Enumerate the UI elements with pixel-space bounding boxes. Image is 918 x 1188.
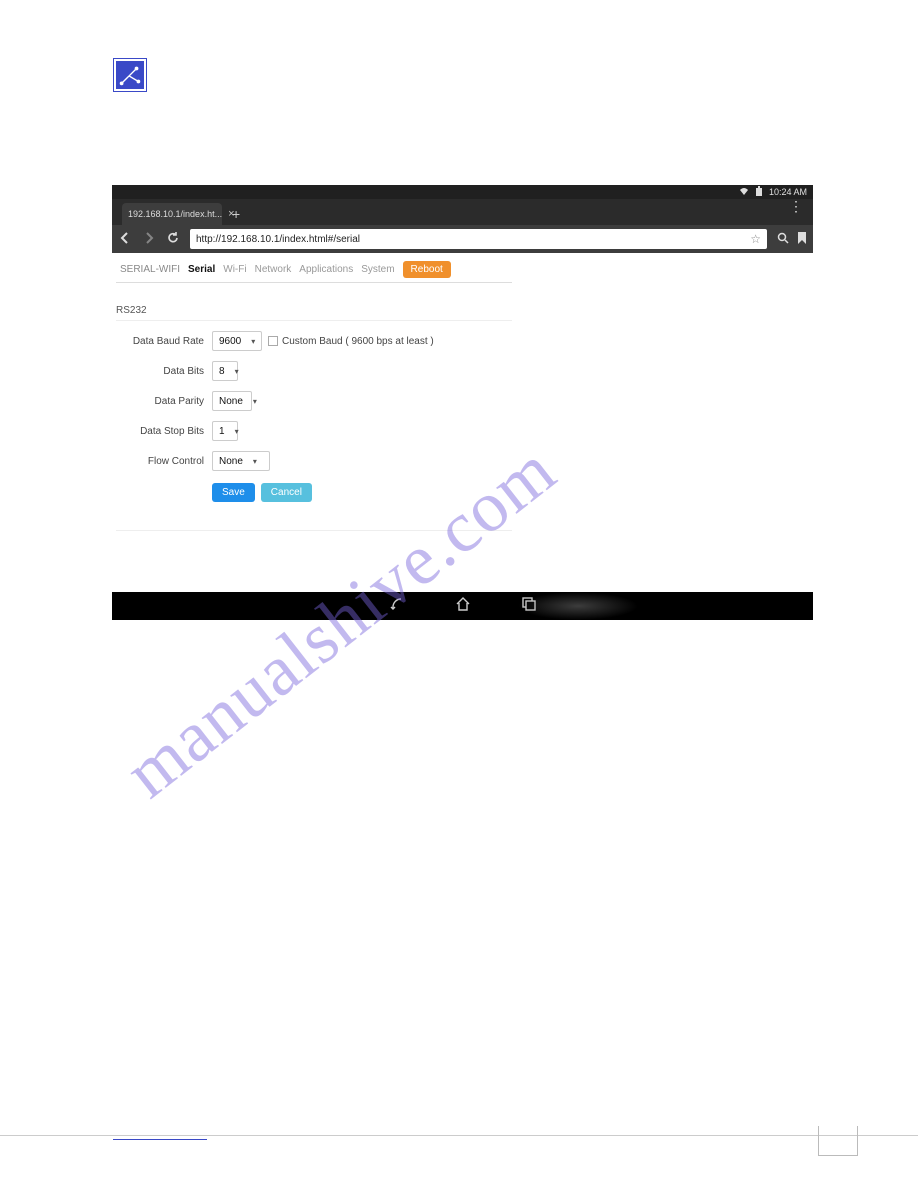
battery-icon xyxy=(755,186,763,198)
nav-back-icon[interactable] xyxy=(389,596,405,617)
forward-icon[interactable] xyxy=(142,231,156,248)
divider xyxy=(116,530,512,531)
nav-home-icon[interactable] xyxy=(455,596,471,617)
doc-logo xyxy=(113,58,147,92)
new-tab-icon[interactable]: + xyxy=(232,206,240,222)
chevron-down-icon: ▾ xyxy=(235,367,239,376)
row-stop-bits: Data Stop Bits 1▾ xyxy=(116,421,512,441)
label-custom-baud: Custom Baud ( 9600 bps at least ) xyxy=(282,336,434,347)
footer-divider xyxy=(0,1135,918,1136)
select-baud-rate[interactable]: 9600▾ xyxy=(212,331,262,351)
row-flow-control: Flow Control None▾ xyxy=(116,451,512,471)
serial-form: Data Baud Rate 9600▾ Custom Baud ( 9600 … xyxy=(116,320,512,502)
tab-wifi[interactable]: Wi-Fi xyxy=(223,264,246,275)
tab-network[interactable]: Network xyxy=(255,264,292,275)
select-data-bits[interactable]: 8▾ xyxy=(212,361,238,381)
page-number-box xyxy=(818,1126,858,1156)
select-stop-bits[interactable]: 1▾ xyxy=(212,421,238,441)
reboot-button[interactable]: Reboot xyxy=(403,261,451,278)
row-baud-rate: Data Baud Rate 9600▾ Custom Baud ( 9600 … xyxy=(116,331,512,351)
select-data-parity[interactable]: None▾ xyxy=(212,391,252,411)
checkbox-custom-baud[interactable] xyxy=(268,336,278,346)
url-text: http://192.168.10.1/index.html#/serial xyxy=(196,234,360,245)
label-flow-control: Flow Control xyxy=(116,456,212,467)
cancel-button[interactable]: Cancel xyxy=(261,483,312,502)
web-page-content: SERIAL-WIFI Serial Wi-Fi Network Applica… xyxy=(112,253,813,531)
url-input[interactable]: http://192.168.10.1/index.html#/serial ☆ xyxy=(190,229,767,249)
tab-system[interactable]: System xyxy=(361,264,394,275)
browser-toolbar: http://192.168.10.1/index.html#/serial ☆ xyxy=(112,225,813,253)
app-brand: SERIAL-WIFI xyxy=(120,264,180,275)
chevron-down-icon: ▾ xyxy=(253,397,257,406)
chevron-down-icon: ▾ xyxy=(253,457,257,466)
search-icon[interactable] xyxy=(777,232,789,247)
tab-title: 192.168.10.1/index.ht... xyxy=(128,209,222,219)
label-data-bits: Data Bits xyxy=(116,366,212,377)
document-page: 10:24 AM 192.168.10.1/index.ht... × + ⋮ … xyxy=(0,0,918,1188)
browser-tab-strip: 192.168.10.1/index.ht... × + ⋮ xyxy=(112,199,813,225)
label-baud-rate: Data Baud Rate xyxy=(116,336,212,347)
wifi-icon xyxy=(739,186,749,198)
tab-serial[interactable]: Serial xyxy=(188,264,215,275)
android-nav-bar xyxy=(112,592,813,620)
android-status-bar: 10:24 AM xyxy=(112,185,813,199)
label-data-parity: Data Parity xyxy=(116,396,212,407)
bookmark-icon[interactable] xyxy=(797,232,807,247)
kebab-menu-icon[interactable]: ⋮ xyxy=(789,204,803,208)
chevron-down-icon: ▾ xyxy=(251,337,255,346)
reload-icon[interactable] xyxy=(166,231,180,248)
row-data-bits: Data Bits 8▾ xyxy=(116,361,512,381)
label-stop-bits: Data Stop Bits xyxy=(116,426,212,437)
save-button[interactable]: Save xyxy=(212,483,255,502)
back-icon[interactable] xyxy=(118,231,132,248)
logo-art xyxy=(116,61,144,89)
chevron-down-icon: ▾ xyxy=(235,427,239,436)
clock-text: 10:24 AM xyxy=(769,187,807,197)
star-icon[interactable]: ☆ xyxy=(750,232,761,246)
tab-applications[interactable]: Applications xyxy=(299,264,353,275)
select-flow-control[interactable]: None▾ xyxy=(212,451,270,471)
browser-tab[interactable]: 192.168.10.1/index.ht... × xyxy=(122,203,222,225)
row-data-parity: Data Parity None▾ xyxy=(116,391,512,411)
section-title: RS232 xyxy=(116,305,813,316)
footer-accent-line xyxy=(113,1139,207,1140)
app-nav-tabs: SERIAL-WIFI Serial Wi-Fi Network Applica… xyxy=(116,261,512,278)
tablet-screenshot: 10:24 AM 192.168.10.1/index.ht... × + ⋮ … xyxy=(112,185,813,620)
